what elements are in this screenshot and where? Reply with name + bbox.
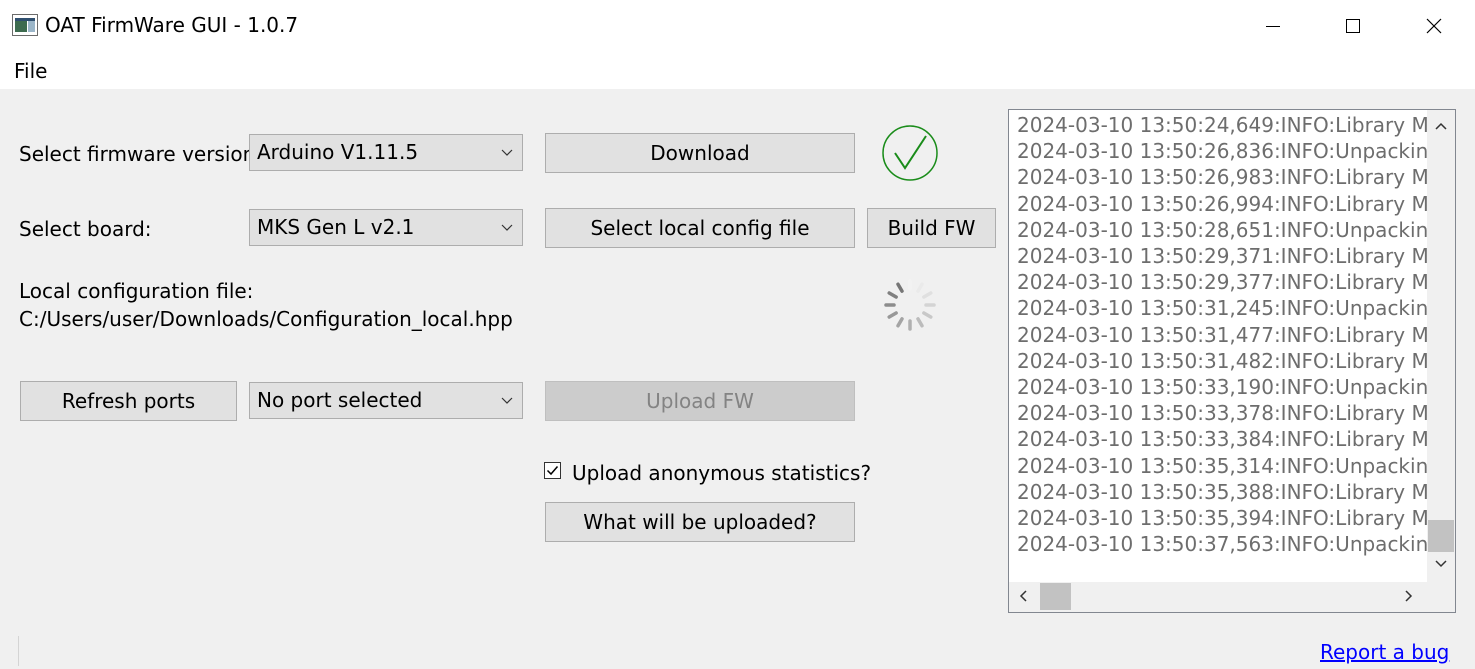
close-icon — [1426, 18, 1442, 34]
log-line: 2024-03-10 13:50:35,314:INFO:Unpacking — [1017, 453, 1427, 478]
log-line: 2024-03-10 13:50:28,651:INFO:Unpacking — [1017, 217, 1427, 242]
app-icon — [12, 14, 38, 36]
chevron-down-icon — [501, 224, 513, 231]
close-button[interactable] — [1394, 0, 1474, 52]
log-line: 2024-03-10 13:50:26,983:INFO:Library Man — [1017, 165, 1427, 190]
checkmark-circle-icon — [882, 125, 938, 181]
firmware-version-value: Arduino V1.11.5 — [257, 140, 419, 164]
local-config-label: Local configuration file: — [19, 279, 254, 303]
log-line: 2024-03-10 13:50:31,482:INFO:Library Man — [1017, 348, 1427, 373]
horizontal-scrollbar[interactable] — [1009, 582, 1427, 612]
log-lines: 2024-03-10 13:50:24,649:INFO:Library Man… — [1017, 112, 1427, 582]
log-line: 2024-03-10 13:50:26,836:INFO:Unpacking — [1017, 139, 1427, 164]
upload-statistics-label[interactable]: Upload anonymous statistics? — [572, 461, 871, 485]
log-line: 2024-03-10 13:50:33,384:INFO:Library Man — [1017, 427, 1427, 452]
menu-file[interactable]: File — [14, 59, 47, 83]
build-fw-button[interactable]: Build FW — [867, 208, 996, 248]
scroll-down-icon[interactable] — [1435, 560, 1447, 568]
scrollbar-corner — [1427, 582, 1455, 612]
download-button[interactable]: Download — [545, 133, 855, 173]
loading-spinner-icon — [884, 279, 936, 331]
what-uploaded-button[interactable]: What will be uploaded? — [545, 502, 855, 542]
horizontal-scroll-thumb[interactable] — [1040, 583, 1071, 610]
select-config-button[interactable]: Select local config file — [545, 208, 855, 248]
upload-fw-button[interactable]: Upload FW — [545, 381, 855, 421]
window-title: OAT FirmWare GUI - 1.0.7 — [45, 13, 299, 37]
vertical-scrollbar[interactable] — [1427, 110, 1455, 582]
chevron-down-icon — [501, 149, 513, 156]
maximize-button[interactable] — [1313, 0, 1393, 52]
log-line: 2024-03-10 13:50:29,371:INFO:Library Man — [1017, 244, 1427, 269]
log-line: 2024-03-10 13:50:35,388:INFO:Library Man — [1017, 479, 1427, 504]
log-line: 2024-03-10 13:50:24,649:INFO:Library Man — [1017, 113, 1427, 137]
log-line: 2024-03-10 13:50:31,477:INFO:Library Man — [1017, 322, 1427, 347]
log-line: 2024-03-10 13:50:37,563:INFO:Unpacking — [1017, 532, 1427, 557]
upload-statistics-checkbox[interactable] — [544, 462, 561, 479]
log-line: 2024-03-10 13:50:31,245:INFO:Unpacking — [1017, 296, 1427, 321]
report-bug-link[interactable]: Report a bug — [1320, 640, 1449, 664]
checkmark-icon — [546, 466, 559, 476]
board-select[interactable]: MKS Gen L v2.1 — [249, 209, 523, 246]
scroll-up-icon[interactable] — [1435, 122, 1447, 130]
scroll-left-icon[interactable] — [1019, 590, 1027, 602]
log-line: 2024-03-10 13:50:33,378:INFO:Library Man — [1017, 401, 1427, 426]
chevron-down-icon — [501, 397, 513, 404]
board-value: MKS Gen L v2.1 — [257, 215, 415, 239]
port-value: No port selected — [257, 388, 423, 412]
status-bar-divider — [18, 636, 19, 666]
firmware-version-select[interactable]: Arduino V1.11.5 — [249, 134, 523, 171]
minimize-button[interactable] — [1233, 0, 1313, 52]
refresh-ports-button[interactable]: Refresh ports — [20, 381, 237, 421]
log-line: 2024-03-10 13:50:35,394:INFO:Library Man — [1017, 506, 1427, 531]
log-line: 2024-03-10 13:50:33,190:INFO:Unpacking — [1017, 375, 1427, 400]
minimize-icon — [1266, 26, 1280, 27]
menu-bar: File — [0, 52, 1475, 89]
port-select[interactable]: No port selected — [249, 382, 523, 419]
local-config-path: C:/Users/user/Downloads/Configuration_lo… — [19, 307, 513, 331]
maximize-icon — [1346, 19, 1360, 33]
log-line: 2024-03-10 13:50:29,377:INFO:Library Man — [1017, 270, 1427, 295]
title-bar: OAT FirmWare GUI - 1.0.7 — [0, 0, 1475, 52]
log-line: 2024-03-10 13:50:26,994:INFO:Library Man — [1017, 191, 1427, 216]
board-label: Select board: — [19, 217, 152, 241]
scroll-right-icon[interactable] — [1405, 590, 1413, 602]
vertical-scroll-thumb[interactable] — [1428, 520, 1454, 552]
log-output[interactable]: 2024-03-10 13:50:24,649:INFO:Library Man… — [1008, 109, 1456, 613]
firmware-version-label: Select firmware version: — [19, 142, 263, 166]
